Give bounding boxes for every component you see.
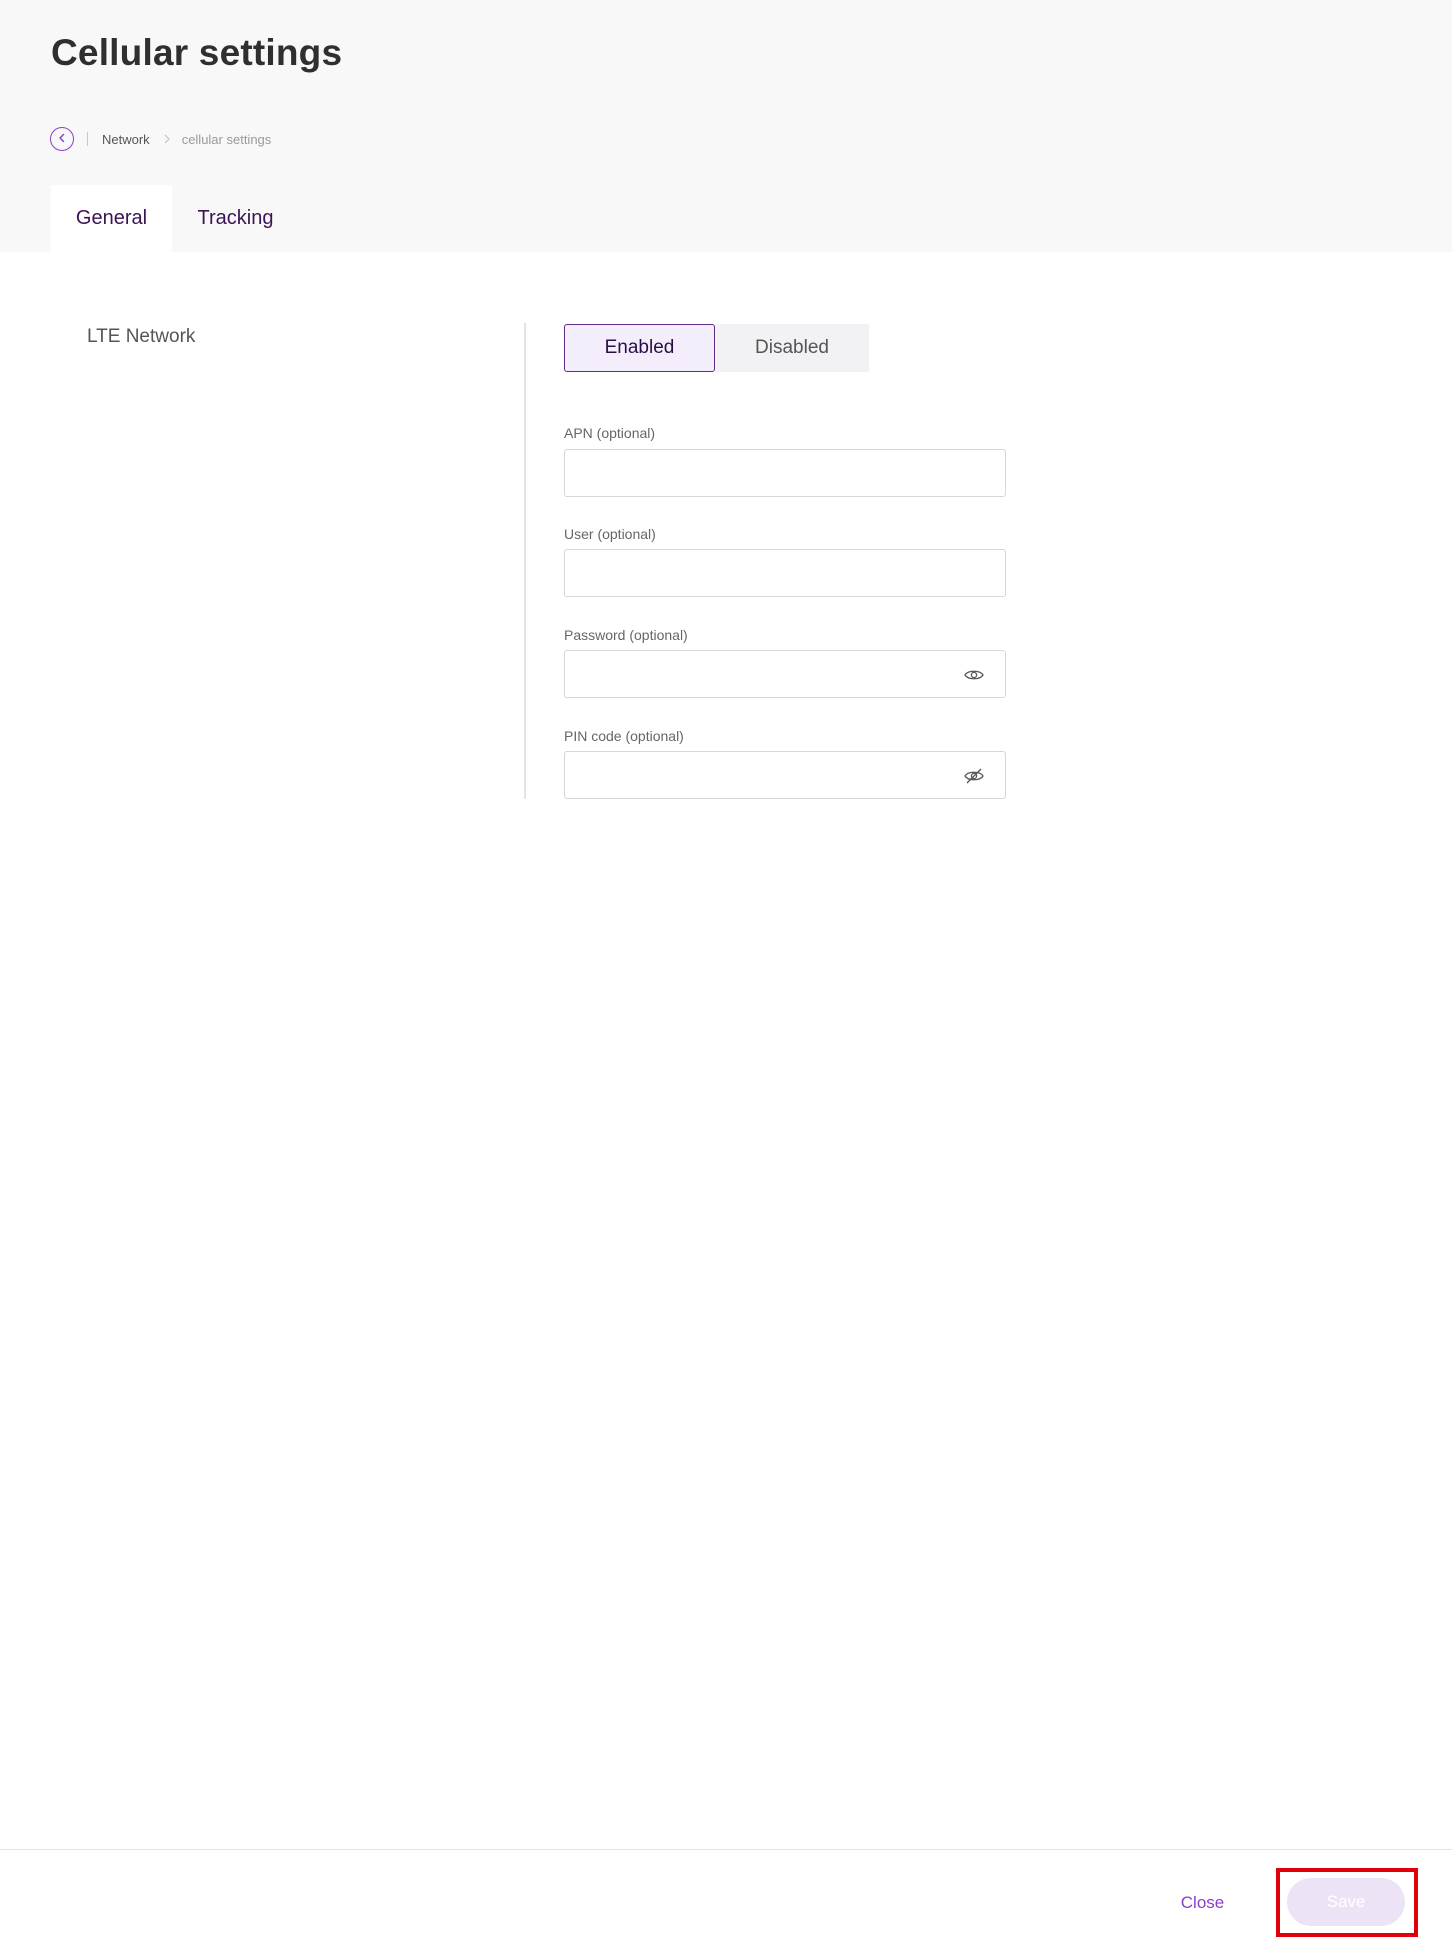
breadcrumb: Network cellular settings: [50, 127, 271, 151]
password-field-wrapper: [564, 650, 1006, 698]
tab-general[interactable]: General: [51, 185, 172, 252]
enabled-toggle-button[interactable]: Enabled: [564, 324, 715, 372]
password-label: Password (optional): [564, 627, 688, 643]
breadcrumb-separator: [87, 132, 88, 146]
chevron-right-icon: [164, 134, 170, 144]
chevron-left-icon: [57, 130, 67, 148]
footer-divider: [0, 1849, 1452, 1850]
pin-label: PIN code (optional): [564, 728, 684, 744]
breadcrumb-network[interactable]: Network: [102, 132, 150, 147]
user-label: User (optional): [564, 526, 656, 542]
vertical-divider: [524, 323, 526, 799]
user-input[interactable]: [565, 550, 1005, 596]
apn-label: APN (optional): [564, 425, 656, 441]
disabled-toggle-button[interactable]: Disabled: [715, 324, 869, 372]
user-field-wrapper: [564, 549, 1006, 597]
eye-off-icon[interactable]: [963, 766, 985, 786]
tab-bar: General Tracking: [51, 185, 299, 252]
close-button[interactable]: Close: [1170, 1886, 1235, 1920]
section-label-lte-network: LTE Network: [87, 326, 196, 347]
back-button[interactable]: [50, 127, 74, 151]
eye-icon[interactable]: [963, 665, 985, 685]
apn-input[interactable]: [565, 450, 1005, 496]
lte-toggle-group: Enabled Disabled: [564, 324, 869, 372]
tab-tracking[interactable]: Tracking: [172, 185, 299, 252]
apn-field-wrapper: [564, 449, 1006, 497]
pin-input[interactable]: [565, 752, 1005, 798]
breadcrumb-current: cellular settings: [181, 131, 272, 147]
page-header: Cellular settings Network cellular setti…: [0, 0, 1452, 252]
pin-field-wrapper: [564, 751, 1006, 799]
page-title: Cellular settings: [51, 32, 343, 73]
save-button[interactable]: Save: [1287, 1878, 1405, 1926]
password-input[interactable]: [565, 651, 1005, 697]
